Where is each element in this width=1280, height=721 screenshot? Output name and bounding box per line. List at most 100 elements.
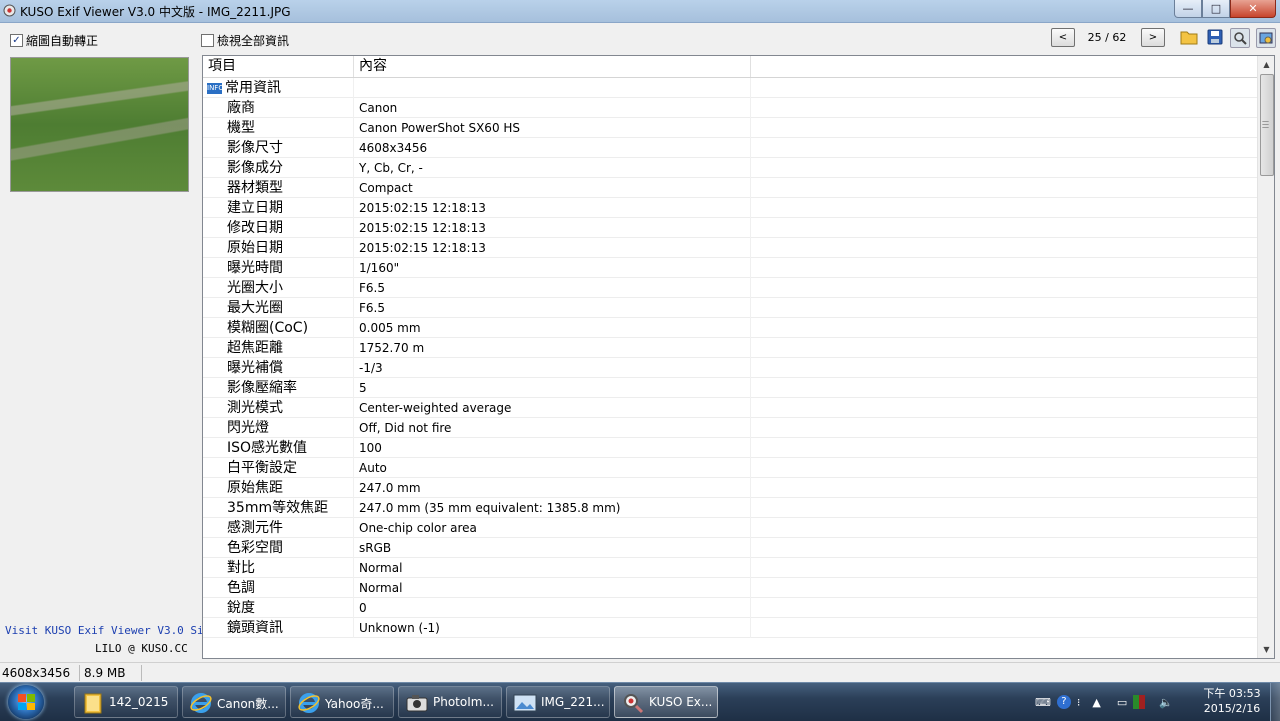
row-item-value: sRGB bbox=[359, 541, 392, 555]
table-row[interactable]: 模糊圈(CoC) 0.005 mm bbox=[203, 318, 1257, 338]
row-item-name: 銳度 bbox=[227, 600, 255, 616]
status-filesize: 8.9 MB bbox=[82, 665, 142, 681]
group-row[interactable]: INFO常用資訊 bbox=[203, 78, 1257, 98]
table-row[interactable]: 曝光時間 1/160" bbox=[203, 258, 1257, 278]
table-row[interactable]: 原始日期 2015:02:15 12:18:13 bbox=[203, 238, 1257, 258]
row-item-value: 1752.70 m bbox=[359, 341, 425, 355]
taskbar-task[interactable]: KUSO Ex... bbox=[614, 686, 718, 718]
open-folder-icon[interactable] bbox=[1180, 28, 1198, 46]
taskbar-task[interactable]: Canon數... bbox=[182, 686, 286, 718]
maximize-button[interactable]: □ bbox=[1202, 0, 1230, 18]
table-row[interactable]: 最大光圈 F6.5 bbox=[203, 298, 1257, 318]
row-item-name: 原始焦距 bbox=[227, 480, 283, 496]
row-item-value: Canon bbox=[359, 101, 398, 115]
action-center-icon[interactable]: ▭ bbox=[1117, 696, 1127, 709]
table-row[interactable]: 修改日期 2015:02:15 12:18:13 bbox=[203, 218, 1257, 238]
row-item-value: 2015:02:15 12:18:13 bbox=[359, 221, 486, 235]
table-row[interactable]: 感測元件 One-chip color area bbox=[203, 518, 1257, 538]
volume-icon[interactable]: 🔈 bbox=[1159, 696, 1173, 709]
table-row[interactable]: 影像尺寸 4608x3456 bbox=[203, 138, 1257, 158]
table-row[interactable]: 測光模式 Center-weighted average bbox=[203, 398, 1257, 418]
save-icon[interactable] bbox=[1206, 28, 1224, 46]
zoom-icon[interactable] bbox=[1230, 28, 1250, 48]
row-item-name: 測光模式 bbox=[227, 400, 283, 416]
image-viewer-icon bbox=[513, 692, 537, 714]
close-button[interactable]: ✕ bbox=[1230, 0, 1276, 18]
row-item-name: 修改日期 bbox=[227, 220, 283, 236]
row-item-name: 原始日期 bbox=[227, 240, 283, 256]
image-settings-icon[interactable] bbox=[1256, 28, 1276, 48]
vertical-scrollbar[interactable]: ▲ — — — ▼ bbox=[1257, 56, 1274, 658]
start-button[interactable] bbox=[8, 685, 44, 719]
auto-rotate-checkbox[interactable]: ✓ 縮圖自動轉正 bbox=[10, 32, 98, 49]
table-row[interactable]: 影像壓縮率 5 bbox=[203, 378, 1257, 398]
table-row[interactable]: 器材類型 Compact bbox=[203, 178, 1257, 198]
row-item-name: 影像成分 bbox=[227, 160, 283, 176]
row-item-name: 35mm等效焦距 bbox=[227, 500, 329, 516]
row-item-name: 對比 bbox=[227, 560, 255, 576]
credit-text: LILO @ KUSO.CC bbox=[95, 642, 188, 655]
table-row[interactable]: 廠商 Canon bbox=[203, 98, 1257, 118]
show-hidden-icons[interactable]: ▲ bbox=[1092, 696, 1100, 709]
network-status-icon[interactable] bbox=[1133, 695, 1146, 709]
row-item-name: 白平衡設定 bbox=[227, 460, 297, 476]
taskbar-task[interactable]: PhotoIm... bbox=[398, 686, 502, 718]
row-item-value: Normal bbox=[359, 561, 403, 575]
next-image-button[interactable]: > bbox=[1141, 28, 1165, 47]
taskbar-task-label: KUSO Ex... bbox=[649, 695, 713, 709]
show-all-check-box[interactable] bbox=[201, 34, 214, 47]
table-row[interactable]: 原始焦距 247.0 mm bbox=[203, 478, 1257, 498]
table-row[interactable]: 白平衡設定 Auto bbox=[203, 458, 1257, 478]
help-icon[interactable]: ? bbox=[1056, 695, 1071, 709]
row-item-value: 2015:02:15 12:18:13 bbox=[359, 201, 486, 215]
taskbar-task[interactable]: IMG_221... bbox=[506, 686, 610, 718]
site-link[interactable]: Visit KUSO Exif Viewer V3.0 Site bbox=[5, 624, 217, 637]
clock-date: 2015/2/16 bbox=[1203, 702, 1261, 715]
minimize-button[interactable]: — bbox=[1174, 0, 1202, 18]
table-row[interactable]: 影像成分 Y, Cb, Cr, - bbox=[203, 158, 1257, 178]
info-icon: INFO bbox=[207, 82, 224, 94]
row-item-name: 曝光補償 bbox=[227, 360, 283, 376]
tray-options-icon[interactable]: ⁝ bbox=[1077, 696, 1081, 709]
show-desktop-button[interactable] bbox=[1270, 683, 1280, 721]
table-row[interactable]: 超焦距離 1752.70 m bbox=[203, 338, 1257, 358]
table-row[interactable]: 建立日期 2015:02:15 12:18:13 bbox=[203, 198, 1257, 218]
auto-rotate-label: 縮圖自動轉正 bbox=[26, 34, 99, 48]
table-row[interactable]: 曝光補償 -1/3 bbox=[203, 358, 1257, 378]
taskbar-task[interactable]: Yahoo奇... bbox=[290, 686, 394, 718]
table-row[interactable]: 35mm等效焦距 247.0 mm (35 mm equivalent: 1385… bbox=[203, 498, 1257, 518]
table-row[interactable]: 閃光燈 Off, Did not fire bbox=[203, 418, 1257, 438]
row-item-name: 影像尺寸 bbox=[227, 140, 283, 156]
row-item-value: Auto bbox=[359, 461, 387, 475]
table-row[interactable]: 對比 Normal bbox=[203, 558, 1257, 578]
table-row[interactable]: 鏡頭資訊 Unknown (-1) bbox=[203, 618, 1257, 638]
scroll-up-arrow[interactable]: ▲ bbox=[1258, 56, 1274, 73]
table-row[interactable]: 色調 Normal bbox=[203, 578, 1257, 598]
row-item-name: 色調 bbox=[227, 580, 255, 596]
row-item-name: 閃光燈 bbox=[227, 420, 269, 436]
table-row[interactable]: 銳度 0 bbox=[203, 598, 1257, 618]
row-item-name: 超焦距離 bbox=[227, 340, 283, 356]
taskbar-task-label: 142_0215 bbox=[109, 695, 169, 709]
table-row[interactable]: 光圈大小 F6.5 bbox=[203, 278, 1257, 298]
exif-list-view[interactable]: 項目 內容 INFO常用資訊 廠商 Canon 機型 Canon PowerShot … bbox=[202, 55, 1275, 659]
keyboard-icon[interactable]: ⌨ bbox=[1035, 696, 1051, 709]
row-item-value: Canon PowerShot SX60 HS bbox=[359, 121, 521, 135]
column-header-item[interactable]: 項目 bbox=[203, 56, 354, 77]
taskbar-task[interactable]: 142_0215 bbox=[74, 686, 178, 718]
windows-logo-icon bbox=[18, 694, 35, 710]
table-row[interactable]: ISO感光數值 100 bbox=[203, 438, 1257, 458]
clock[interactable]: 下午 03:53 2015/2/16 bbox=[1198, 686, 1266, 716]
row-item-value: Y, Cb, Cr, - bbox=[359, 161, 423, 175]
auto-rotate-check-box[interactable]: ✓ bbox=[10, 34, 23, 47]
table-row[interactable]: 機型 Canon PowerShot SX60 HS bbox=[203, 118, 1257, 138]
show-all-checkbox[interactable]: 檢視全部資訊 bbox=[201, 32, 289, 49]
internet-explorer-icon bbox=[189, 692, 213, 714]
prev-image-button[interactable]: < bbox=[1051, 28, 1075, 47]
table-row[interactable]: 色彩空間 sRGB bbox=[203, 538, 1257, 558]
clock-time: 下午 03:53 bbox=[1203, 687, 1261, 700]
row-item-name: 鏡頭資訊 bbox=[227, 620, 283, 636]
show-all-label: 檢視全部資訊 bbox=[217, 34, 290, 48]
scroll-down-arrow[interactable]: ▼ bbox=[1258, 641, 1274, 658]
column-header-content[interactable]: 內容 bbox=[354, 56, 751, 77]
